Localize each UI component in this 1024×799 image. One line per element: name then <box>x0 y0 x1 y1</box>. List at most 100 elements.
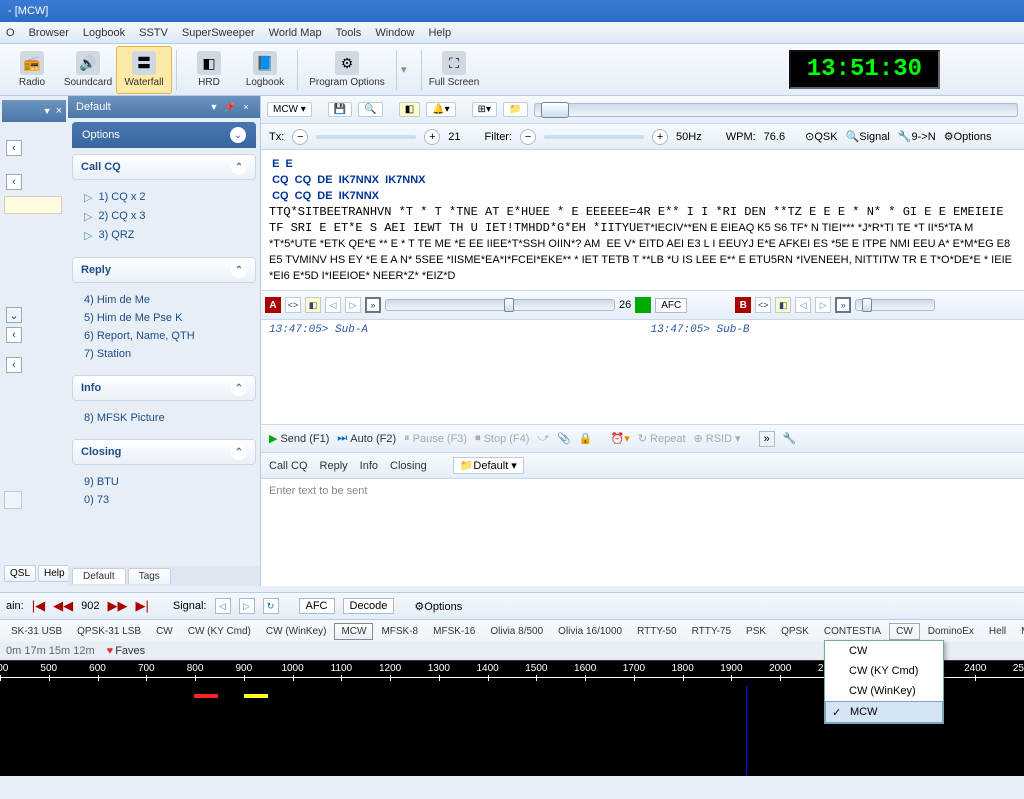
mode-qpsk[interactable]: QPSK <box>774 623 816 640</box>
chevron-down-icon[interactable]: ▼ <box>43 106 52 116</box>
gain-last[interactable]: ▶| <box>135 598 148 614</box>
qsl-button[interactable]: QSL <box>4 565 36 582</box>
mode-cwwinkey[interactable]: CW (WinKey) <box>259 623 334 640</box>
sub-b-skip[interactable]: » <box>835 297 851 313</box>
sub-a-badge[interactable]: A <box>265 297 281 313</box>
tx-input[interactable]: Enter text to be sent <box>261 478 1024 504</box>
mode-cw[interactable]: CW <box>149 623 180 640</box>
eraser-icon[interactable]: ◧ <box>399 102 420 117</box>
options-button[interactable]: ⚙Options <box>944 130 992 143</box>
afc-a-button[interactable]: AFC <box>655 298 687 313</box>
sub-b-erase[interactable]: ◧ <box>775 297 791 313</box>
sub-a-code[interactable]: <> <box>285 297 301 313</box>
macro-mfskpicture[interactable]: 8) MFSK Picture <box>84 409 252 427</box>
nav-left-1[interactable]: ‹ <box>6 140 22 156</box>
mode-hell[interactable]: Hell <box>982 623 1013 640</box>
collapse-icon[interactable]: ⌃ <box>231 444 247 460</box>
macro-info[interactable]: Info <box>360 460 378 472</box>
close-icon[interactable]: × <box>56 105 62 117</box>
menu-o[interactable]: O <box>6 27 15 39</box>
macros-scroll[interactable]: Options⌄ Call CQ⌃ ▷1) CQ x 2 ▷2) CQ x 3 … <box>68 118 260 566</box>
macro-closing[interactable]: Closing <box>390 460 427 472</box>
cw-menu-cw[interactable]: CW <box>825 641 943 661</box>
sub-b-badge[interactable]: B <box>735 297 751 313</box>
slider-thumb[interactable] <box>862 298 872 312</box>
reply-header[interactable]: Reply⌃ <box>72 257 256 283</box>
qsk-button[interactable]: ⊙QSK <box>805 130 837 143</box>
auto-button[interactable]: ⏭Auto (F2) <box>337 432 396 445</box>
dropdown-icon[interactable]: ▾ <box>401 50 417 90</box>
slider-thumb[interactable] <box>541 102 569 118</box>
mode-mfsk16[interactable]: MFSK-16 <box>426 623 482 640</box>
program-options-button[interactable]: ⚙Program Options <box>302 46 392 94</box>
collapse-icon[interactable]: ⌃ <box>231 262 247 278</box>
mode-cwkycmd[interactable]: CW (KY Cmd) <box>181 623 258 640</box>
skip-fwd[interactable]: » <box>759 431 775 447</box>
macro-reportnameqth[interactable]: 6) Report, Name, QTH <box>84 327 252 345</box>
nav-left-2[interactable]: ‹ <box>6 174 22 190</box>
callcq-header[interactable]: Call CQ⌃ <box>72 154 256 180</box>
skip-button[interactable]: ⤻ <box>537 432 549 445</box>
gain-next[interactable]: ▶▶ <box>107 598 127 614</box>
macro-reply[interactable]: Reply <box>320 460 348 472</box>
macro-callcq[interactable]: Call CQ <box>269 460 308 472</box>
tab-tags[interactable]: Tags <box>128 568 171 584</box>
filter-plus[interactable]: + <box>652 129 668 145</box>
tool-icon[interactable] <box>4 491 22 509</box>
signal-prev[interactable]: ◁ <box>215 598 231 614</box>
menu-tools[interactable]: Tools <box>336 27 362 39</box>
sub-a-erase[interactable]: ◧ <box>305 297 321 313</box>
chevron-down-icon[interactable]: ▼ <box>208 101 220 113</box>
tx-track[interactable] <box>316 135 416 139</box>
value-box[interactable] <box>4 196 62 214</box>
stop-button[interactable]: ⏹Stop (F4) <box>475 432 529 445</box>
send-button[interactable]: ▶Send (F1) <box>269 432 329 445</box>
mode-psk[interactable]: PSK <box>739 623 773 640</box>
dropdown-box[interactable]: ⌄ <box>6 307 22 323</box>
sub-a-slider[interactable] <box>385 299 615 311</box>
mode-mcw[interactable]: MCW <box>334 623 373 640</box>
tool-button[interactable]: 🔧 <box>783 432 797 445</box>
sub-b-prev[interactable]: ◁ <box>795 297 811 313</box>
mode-dominoex[interactable]: DominoEx <box>921 623 981 640</box>
repeat-button[interactable]: ↻Repeat <box>638 432 686 445</box>
decode-button[interactable]: Decode <box>343 598 395 614</box>
menu-supersweeper[interactable]: SuperSweeper <box>182 27 255 39</box>
cw-menu-winkey[interactable]: CW (WinKey) <box>825 681 943 701</box>
macro-cq3[interactable]: ▷2) CQ x 3 <box>84 207 252 226</box>
mode-qpsk31lsb[interactable]: QPSK-31 LSB <box>70 623 148 640</box>
signal-refresh[interactable]: ↻ <box>263 598 279 614</box>
menu-browser[interactable]: Browser <box>29 27 69 39</box>
gain-prev[interactable]: ◀◀ <box>53 598 73 614</box>
tx-minus[interactable]: − <box>292 129 308 145</box>
menu-help[interactable]: Help <box>428 27 451 39</box>
sub-b-slider[interactable] <box>855 299 935 311</box>
signal-next[interactable]: ▷ <box>239 598 255 614</box>
cw-menu-mcw[interactable]: MCW <box>825 701 943 723</box>
macro-73[interactable]: 0) 73 <box>84 491 252 509</box>
macro-himdemepsek[interactable]: 5) Him de Me Pse K <box>84 309 252 327</box>
tx-plus[interactable]: + <box>424 129 440 145</box>
signal-button[interactable]: 🔍Signal <box>846 130 890 143</box>
logbook-button[interactable]: 📘Logbook <box>237 46 293 94</box>
soundcard-button[interactable]: 🔊Soundcard <box>60 46 116 94</box>
macro-btu[interactable]: 9) BTU <box>84 473 252 491</box>
macro-qrz[interactable]: ▷3) QRZ <box>84 226 252 245</box>
lock-button[interactable]: 🔒 <box>579 432 593 445</box>
mode-olivia8500[interactable]: Olivia 8/500 <box>483 623 550 640</box>
faves-button[interactable]: ♥Faves <box>107 645 146 657</box>
menu-sstv[interactable]: SSTV <box>139 27 168 39</box>
options-button-2[interactable]: ⚙Options <box>414 600 462 613</box>
mode-rtty75[interactable]: RTTY-75 <box>685 623 738 640</box>
band-list[interactable]: 0m 17m 15m 12m <box>6 645 95 657</box>
nav-left-4[interactable]: ‹ <box>6 357 22 373</box>
tab-default[interactable]: Default <box>72 568 126 584</box>
menu-logbook[interactable]: Logbook <box>83 27 125 39</box>
mode-rtty50[interactable]: RTTY-50 <box>630 623 683 640</box>
mode-contestia[interactable]: CONTESTIA <box>817 623 888 640</box>
mode-sk31usb[interactable]: SK-31 USB <box>4 623 69 640</box>
sub-b-next[interactable]: ▷ <box>815 297 831 313</box>
fullscreen-button[interactable]: ⛶Full Screen <box>426 46 482 94</box>
hrd-button[interactable]: ◧HRD <box>181 46 237 94</box>
mode-mfsk8[interactable]: MFSK-8 <box>374 623 425 640</box>
